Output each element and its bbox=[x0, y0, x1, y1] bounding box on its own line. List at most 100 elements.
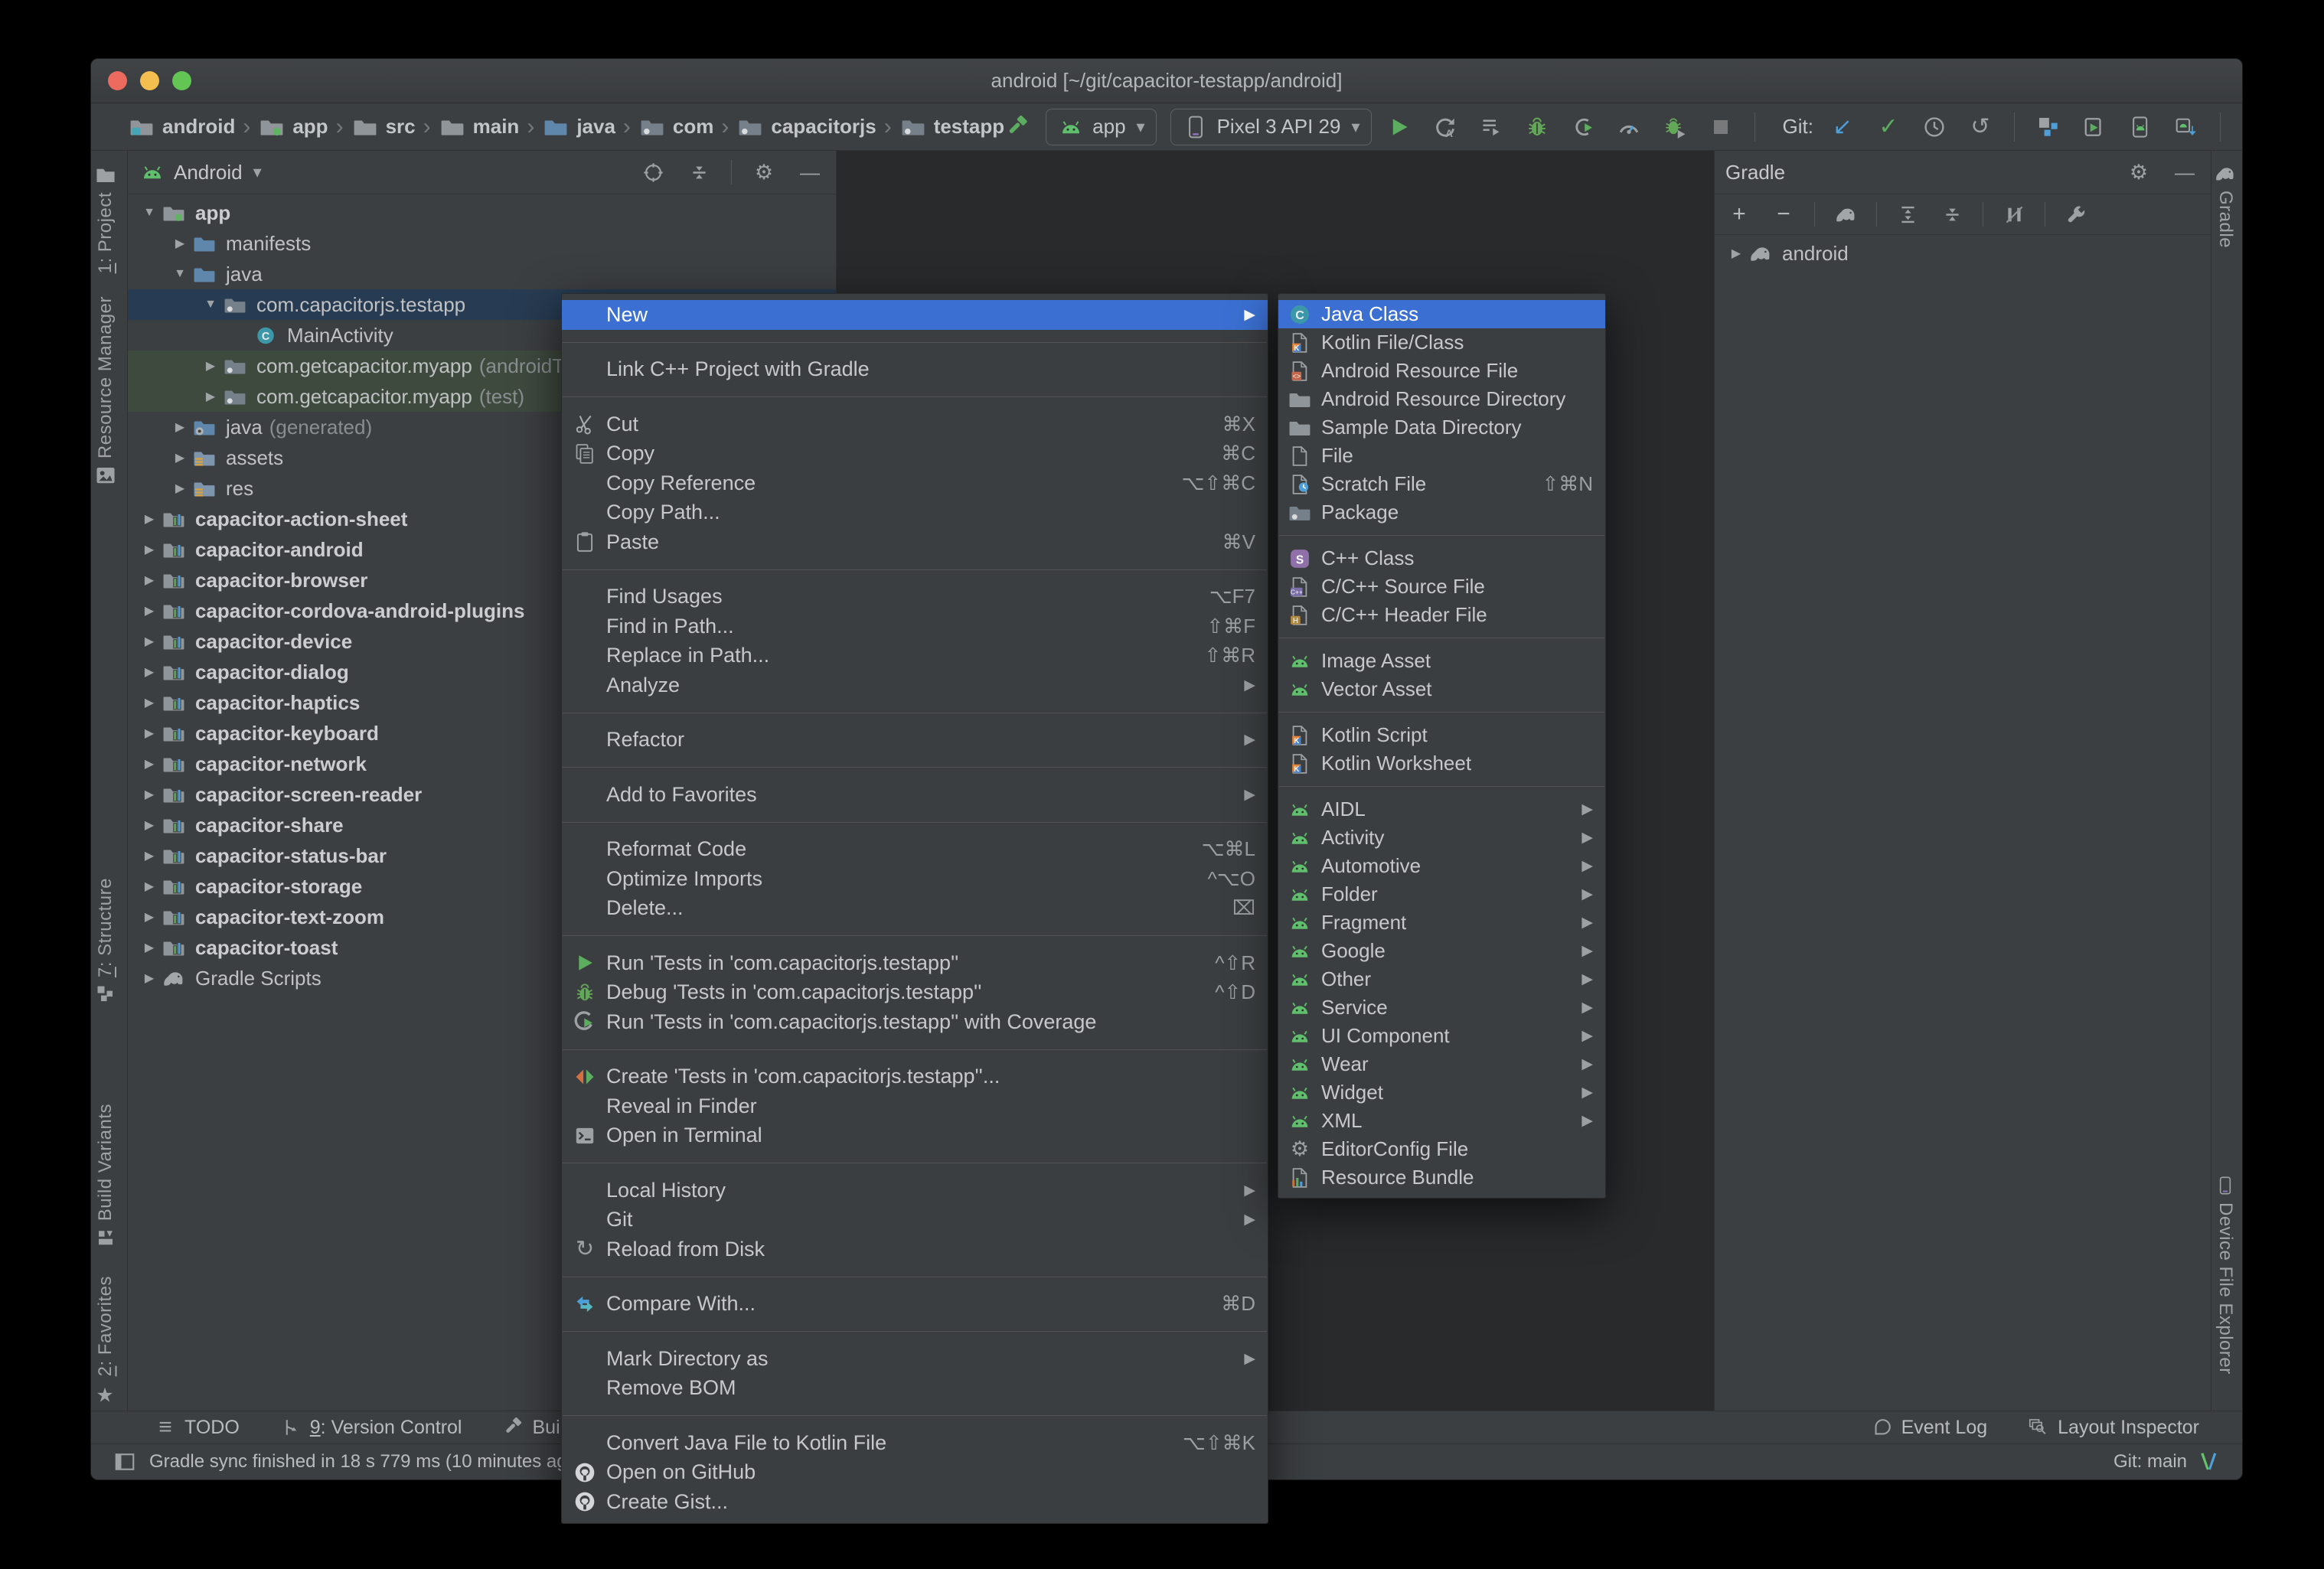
tool-strip-tab-structure[interactable]: 7: Structure bbox=[95, 878, 116, 1011]
menu-item-automotive[interactable]: Automotive ▶ bbox=[1278, 852, 1605, 880]
tree-expanded-arrow-icon[interactable]: ▼ bbox=[166, 267, 194, 281]
device-select[interactable]: Pixel 3 API 29 ▾ bbox=[1170, 108, 1372, 145]
apply-code-changes-button[interactable] bbox=[1477, 113, 1505, 141]
menu-item-compare-with[interactable]: Compare With... ⌘D bbox=[562, 1290, 1268, 1319]
update-project-button[interactable]: ↙ bbox=[1829, 113, 1856, 141]
menu-item-service[interactable]: Service ▶ bbox=[1278, 993, 1605, 1022]
settings-button[interactable]: ⚙ bbox=[750, 158, 778, 186]
menu-item-sample-data-directory[interactable]: Sample Data Directory bbox=[1278, 413, 1605, 442]
breadcrumb-item-app[interactable]: app bbox=[258, 113, 328, 141]
menu-item-copy-path[interactable]: Copy Path... bbox=[562, 498, 1268, 528]
commit-button[interactable]: ✓ bbox=[1875, 113, 1902, 141]
tree-collapsed-arrow-icon[interactable]: ▶ bbox=[135, 756, 163, 771]
menu-item-kotlin-worksheet[interactable]: K Kotlin Worksheet bbox=[1278, 749, 1605, 778]
refresh-add-button[interactable]: + bbox=[1725, 201, 1753, 228]
breadcrumb-item-java[interactable]: java bbox=[542, 113, 615, 141]
tree-collapsed-arrow-icon[interactable]: ▶ bbox=[1722, 246, 1750, 261]
rerun-with-coverage-button[interactable] bbox=[1661, 113, 1689, 141]
tree-collapsed-arrow-icon[interactable]: ▶ bbox=[135, 572, 163, 588]
menu-item-image-asset[interactable]: Image Asset bbox=[1278, 647, 1605, 675]
menu-item-local-history[interactable]: Local History ▶ bbox=[562, 1176, 1268, 1205]
breadcrumb-item-src[interactable]: src bbox=[351, 113, 416, 141]
run-button[interactable] bbox=[1386, 113, 1413, 141]
expand-all-button[interactable] bbox=[1894, 201, 1921, 228]
menu-item-run-tests-in-com-capacitorjs-testapp[interactable]: Run 'Tests in 'com.capacitorjs.testapp''… bbox=[562, 948, 1268, 978]
toolwindow-button-layout-inspector[interactable]: Layout Inspector bbox=[2027, 1416, 2199, 1439]
collapse-all-button[interactable] bbox=[1938, 201, 1966, 228]
menu-item-convert-java-file-to-kotlin-file[interactable]: Convert Java File to Kotlin File ⌥⇧⌘K bbox=[562, 1428, 1268, 1458]
menu-item-resource-bundle[interactable]: Resource Bundle bbox=[1278, 1163, 1605, 1192]
attach-debugger-button[interactable] bbox=[1569, 113, 1597, 141]
menu-item-xml[interactable]: XML ▶ bbox=[1278, 1107, 1605, 1135]
menu-item-kotlin-file-class[interactable]: K Kotlin File/Class bbox=[1278, 328, 1605, 357]
tree-collapsed-arrow-icon[interactable]: ▶ bbox=[135, 817, 163, 833]
titlebar[interactable]: android [~/git/capacitor-testapp/android… bbox=[91, 59, 2242, 103]
tree-collapsed-arrow-icon[interactable]: ▶ bbox=[135, 664, 163, 680]
tool-strip-tab-resource-manager[interactable]: Resource Manager bbox=[95, 296, 116, 492]
menu-item-c-c-header-file[interactable]: H C/C++ Header File bbox=[1278, 601, 1605, 629]
menu-item-paste[interactable]: Paste ⌘V bbox=[562, 527, 1268, 557]
toggle-offline-mode-button[interactable] bbox=[2000, 201, 2028, 228]
menu-item-ui-component[interactable]: UI Component ▶ bbox=[1278, 1022, 1605, 1050]
menu-item-debug-tests-in-com-capacitorjs-testapp[interactable]: Debug 'Tests in 'com.capacitorjs.testapp… bbox=[562, 978, 1268, 1008]
menu-item-aidl[interactable]: AIDL ▶ bbox=[1278, 795, 1605, 824]
breadcrumb-item-android[interactable]: android bbox=[128, 113, 235, 141]
toolwindow-toggle-icon[interactable] bbox=[111, 1448, 139, 1476]
menu-item-mark-directory-as[interactable]: Mark Directory as ▶ bbox=[562, 1344, 1268, 1374]
menu-item-fragment[interactable]: Fragment ▶ bbox=[1278, 908, 1605, 937]
menu-item-find-in-path[interactable]: Find in Path... ⇧⌘F bbox=[562, 612, 1268, 641]
tree-item-android[interactable]: ▶ android bbox=[1715, 238, 2211, 269]
menu-item-open-on-github[interactable]: Open on GitHub bbox=[562, 1458, 1268, 1488]
tree-collapsed-arrow-icon[interactable]: ▶ bbox=[135, 603, 163, 618]
tree-expanded-arrow-icon[interactable]: ▼ bbox=[197, 298, 224, 312]
menu-item-create-tests-in-com-capacitorjs-testapp[interactable]: Create 'Tests in 'com.capacitorjs.testap… bbox=[562, 1062, 1268, 1092]
tool-strip-tab-gradle[interactable]: Gradle bbox=[2215, 157, 2236, 248]
tree-collapsed-arrow-icon[interactable]: ▶ bbox=[166, 419, 194, 435]
gradle-settings-button[interactable] bbox=[2062, 201, 2090, 228]
breadcrumb-item-capacitorjs[interactable]: capacitorjs bbox=[736, 113, 876, 141]
menu-item-create-gist[interactable]: Create Gist... bbox=[562, 1487, 1268, 1517]
toolwindow-button-version-control[interactable]: 9: Version Control bbox=[279, 1416, 462, 1439]
execute-task-button[interactable] bbox=[1832, 201, 1859, 228]
menu-item-analyze[interactable]: Analyze ▶ bbox=[562, 670, 1268, 700]
menu-item-copy[interactable]: Copy ⌘C bbox=[562, 439, 1268, 469]
menu-item-add-to-favorites[interactable]: Add to Favorites ▶ bbox=[562, 780, 1268, 810]
menu-item-new[interactable]: New ▶ bbox=[562, 300, 1268, 330]
tree-collapsed-arrow-icon[interactable]: ▶ bbox=[135, 787, 163, 802]
menu-item-run-tests-in-com-capacitorjs-testapp-with-covera[interactable]: Run 'Tests in 'com.capacitorjs.testapp''… bbox=[562, 1007, 1268, 1037]
menu-item-activity[interactable]: Activity ▶ bbox=[1278, 824, 1605, 852]
menu-item-java-class[interactable]: C Java Class bbox=[1278, 300, 1605, 328]
debug-button[interactable] bbox=[1523, 113, 1551, 141]
menu-item-folder[interactable]: Folder ▶ bbox=[1278, 880, 1605, 908]
tree-collapsed-arrow-icon[interactable]: ▶ bbox=[135, 511, 163, 527]
settings-button[interactable]: ⚙ bbox=[2125, 158, 2153, 186]
menu-item-vector-asset[interactable]: Vector Asset bbox=[1278, 675, 1605, 703]
tree-item-manifests[interactable]: ▶ manifests bbox=[128, 228, 836, 259]
close-button[interactable] bbox=[108, 71, 127, 90]
git-branch-widget[interactable]: Git: main bbox=[2113, 1451, 2187, 1473]
menu-item-android-resource-directory[interactable]: Android Resource Directory bbox=[1278, 385, 1605, 413]
menu-item-reformat-code[interactable]: Reformat Code ⌥⌘L bbox=[562, 835, 1268, 865]
show-history-button[interactable] bbox=[1921, 113, 1948, 141]
menu-item-find-usages[interactable]: Find Usages ⌥F7 bbox=[562, 582, 1268, 612]
zoom-button[interactable] bbox=[172, 71, 191, 90]
menu-item-c-class[interactable]: S C++ Class bbox=[1278, 544, 1605, 572]
search-icon[interactable] bbox=[2241, 113, 2242, 141]
tree-item-java[interactable]: ▼ java bbox=[128, 259, 836, 289]
menu-item-scratch-file[interactable]: Scratch File ⇧⌘N bbox=[1278, 470, 1605, 498]
tree-collapsed-arrow-icon[interactable]: ▶ bbox=[135, 848, 163, 863]
menu-item-link-c-project-with-gradle[interactable]: Link C++ Project with Gradle bbox=[562, 355, 1268, 385]
menu-item-copy-reference[interactable]: Copy Reference ⌥⇧⌘C bbox=[562, 468, 1268, 498]
device-manager-button[interactable] bbox=[2081, 113, 2108, 141]
tree-collapsed-arrow-icon[interactable]: ▶ bbox=[135, 909, 163, 925]
select-opened-file-button[interactable] bbox=[639, 158, 667, 186]
tree-expanded-arrow-icon[interactable]: ▼ bbox=[135, 206, 163, 220]
tree-collapsed-arrow-icon[interactable]: ▶ bbox=[135, 542, 163, 557]
hide-button[interactable]: — bbox=[2171, 158, 2198, 186]
menu-item-google[interactable]: Google ▶ bbox=[1278, 937, 1605, 965]
detach-button[interactable]: − bbox=[1770, 201, 1797, 228]
menu-item-package[interactable]: Package bbox=[1278, 498, 1605, 527]
profile-button[interactable] bbox=[1615, 113, 1643, 141]
tree-collapsed-arrow-icon[interactable]: ▶ bbox=[135, 879, 163, 894]
tool-strip-tab-device-file-explorer[interactable]: Device File Explorer bbox=[2215, 1169, 2236, 1375]
